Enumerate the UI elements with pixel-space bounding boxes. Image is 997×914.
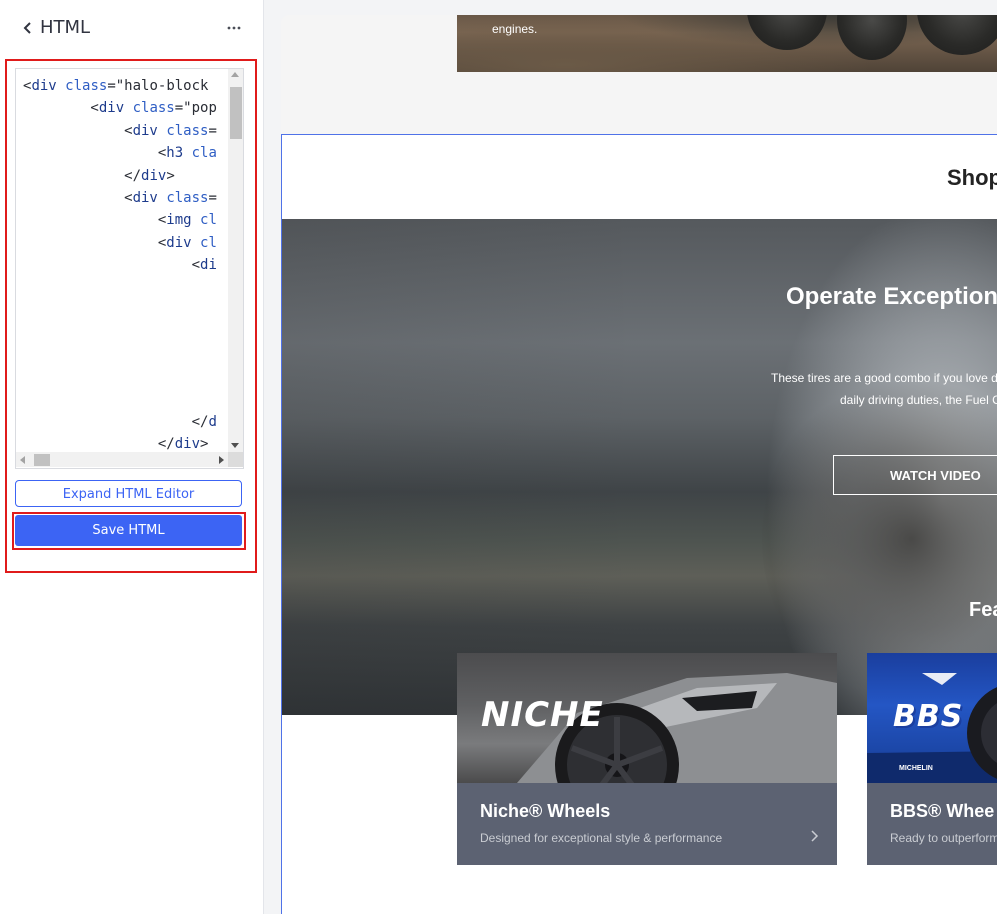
page-preview-canvas: engines. Shop Operate Exception These ti…: [281, 15, 997, 914]
code-line[interactable]: <div class="pop: [16, 97, 228, 119]
selected-section[interactable]: Shop Operate Exception These tires are a…: [281, 134, 997, 914]
code-line[interactable]: [16, 388, 228, 410]
hero-description: These tires are a good combo if you love…: [712, 367, 997, 411]
code-line[interactable]: [16, 277, 228, 299]
code-line[interactable]: <div cl: [16, 232, 228, 254]
bbs-logo: BBS: [893, 699, 964, 734]
html-code-editor[interactable]: <div class="halo-block <div class="pop <…: [15, 68, 244, 469]
brand-card-niche[interactable]: NICHE Niche® Wheels Designed for excepti…: [457, 653, 837, 865]
hero-title: Operate Exception: [786, 283, 997, 310]
card-body: BBS® Whee Ready to outperform: [867, 783, 997, 865]
michelin-badge: MICHELIN: [899, 765, 933, 772]
scroll-down-arrow-icon[interactable]: [231, 443, 239, 448]
featured-heading: Fea: [969, 599, 997, 621]
hero-text-line: daily driving duties, the Fuel C: [840, 393, 997, 407]
code-line[interactable]: <di: [16, 254, 228, 276]
scroll-right-arrow-icon[interactable]: [219, 456, 224, 464]
scroll-left-arrow-icon[interactable]: [20, 456, 25, 464]
scrollbar-corner: [228, 452, 243, 467]
brand-card-bbs[interactable]: BBS MICHELIN BBS® Whee Ready to outperfo…: [867, 653, 997, 865]
code-line[interactable]: [16, 299, 228, 321]
save-html-button[interactable]: Save HTML: [15, 515, 242, 546]
card-title: BBS® Whee: [890, 801, 995, 821]
bbs-card-image: BBS MICHELIN: [867, 653, 997, 783]
vertical-scrollbar[interactable]: [228, 69, 243, 452]
code-line[interactable]: <h3 cla: [16, 142, 228, 164]
horizontal-scrollbar[interactable]: [16, 452, 228, 467]
code-text[interactable]: <div class="halo-block <div class="pop <…: [16, 75, 228, 453]
code-line[interactable]: <div class="halo-block: [16, 75, 228, 97]
card-body: Niche® Wheels Designed for exceptional s…: [457, 783, 837, 865]
offroad-banner-image: engines.: [457, 15, 997, 72]
niche-logo: NICHE: [481, 695, 604, 735]
banner-caption: engines.: [492, 22, 538, 36]
code-line[interactable]: [16, 321, 228, 343]
code-line[interactable]: <img cl: [16, 209, 228, 231]
code-line[interactable]: </div>: [16, 433, 228, 453]
scroll-up-arrow-icon[interactable]: [231, 72, 239, 77]
more-options-icon[interactable]: [224, 18, 244, 38]
watch-video-label: WATCH VIDEO: [890, 468, 981, 483]
expand-html-editor-button[interactable]: Expand HTML Editor: [15, 480, 242, 507]
hero-banner: Operate Exception These tires are a good…: [282, 219, 997, 715]
card-title: Niche® Wheels: [480, 801, 611, 821]
code-line[interactable]: </div>: [16, 165, 228, 187]
watch-video-button[interactable]: WATCH VIDEO: [833, 455, 997, 495]
niche-card-image: NICHE: [457, 653, 837, 783]
html-editor-panel: HTML <div class="halo-block <div class="…: [0, 0, 264, 914]
code-line[interactable]: <div class=: [16, 120, 228, 142]
chevron-left-icon[interactable]: [20, 18, 34, 38]
panel-header: HTML: [0, 0, 263, 56]
panel-title: HTML: [40, 17, 91, 38]
code-line[interactable]: <div class=: [16, 187, 228, 209]
code-line[interactable]: [16, 366, 228, 388]
code-line[interactable]: [16, 344, 228, 366]
card-description: Ready to outperform: [890, 831, 997, 845]
scrollbar-thumb[interactable]: [230, 87, 242, 139]
code-line[interactable]: </d: [16, 411, 228, 433]
shop-heading: Shop: [947, 165, 997, 190]
chevron-right-icon[interactable]: [809, 829, 819, 843]
hero-text-line: These tires are a good combo if you love…: [771, 371, 997, 385]
card-description: Designed for exceptional style & perform…: [480, 831, 723, 845]
scrollbar-thumb[interactable]: [34, 454, 50, 466]
